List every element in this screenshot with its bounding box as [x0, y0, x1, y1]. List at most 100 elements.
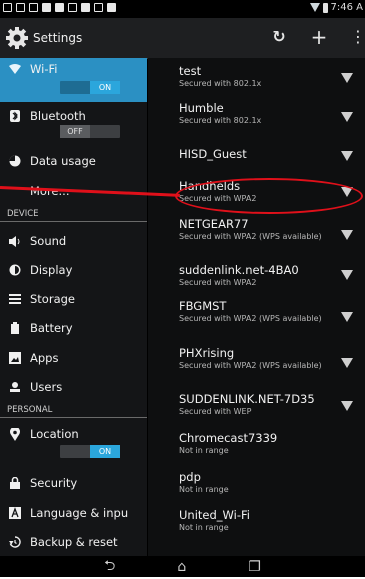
backup-icon [8, 535, 22, 549]
toggle-state: ON [90, 81, 120, 94]
section-divider [0, 221, 147, 222]
settings-sidebar: Wi-Fi ON Bluetooth OFF Data usage More..… [0, 58, 147, 556]
network-status: Not in range [179, 523, 229, 532]
network-item[interactable]: PHXrising Secured with WPA2 (WPS availab… [179, 346, 365, 371]
sidebar-item-battery[interactable]: Battery [0, 320, 147, 336]
overflow-menu-icon[interactable]: ⋮ [350, 24, 365, 50]
sidebar-item-label: Bluetooth [30, 109, 86, 123]
toggle-state: ON [90, 445, 120, 458]
sidebar-item-label: Location [30, 427, 79, 441]
network-item[interactable]: suddenlink.net-4BA0 Secured with WPA2 [179, 264, 365, 288]
sidebar-item-label: Data usage [30, 154, 96, 168]
wifi-toggle[interactable]: ON [60, 81, 120, 94]
wifi-signal-locked-icon [341, 112, 353, 122]
sidebar-item-label: Apps [30, 351, 59, 365]
network-status: Secured with WPA2 (WPS available) [179, 314, 322, 323]
network-name: PHXrising [179, 346, 235, 360]
sidebar-item-users[interactable]: Users [0, 379, 147, 395]
network-item[interactable]: NETGEAR77 Secured with WPA2 (WPS availab… [179, 217, 365, 242]
sidebar-item-display[interactable]: Display [0, 262, 147, 278]
usb-icon [3, 3, 12, 12]
screenshot-icon [16, 3, 25, 12]
sidebar-item-label: Language & inpu [30, 506, 129, 520]
section-header-device: DEVICE [7, 209, 39, 219]
network-item[interactable]: FBGMST Secured with WPA2 (WPS available) [179, 299, 365, 324]
mail-icon [68, 3, 77, 12]
network-status: Not in range [179, 446, 229, 455]
annotation-highlight [175, 178, 363, 214]
network-name: NETGEAR77 [179, 217, 249, 231]
sidebar-item-language[interactable]: Language & inpu [0, 505, 147, 521]
bluetooth-toggle[interactable]: OFF [60, 125, 120, 138]
sidebar-item-label: Storage [30, 292, 75, 306]
network-item[interactable]: United_Wi-Fi Not in range [179, 508, 365, 533]
wifi-icon [8, 62, 22, 76]
sidebar-item-wifi-row[interactable]: Wi-Fi [0, 61, 147, 77]
network-status: Not in range [179, 485, 229, 494]
sidebar-item-security[interactable]: Security [0, 475, 147, 491]
lock-icon [8, 476, 22, 490]
wifi-network-list: test Secured with 802.1x Humble Secured … [148, 58, 365, 556]
wifi-signal-icon [341, 151, 353, 161]
clock: 7:46 A [330, 2, 363, 13]
network-item[interactable]: pdp Not in range [179, 470, 365, 495]
wifi-signal-locked-icon [341, 401, 353, 411]
network-item[interactable]: Humble Secured with 802.1x [179, 101, 365, 126]
apps-icon [8, 351, 22, 365]
home-icon[interactable]: ⌂ [177, 559, 186, 575]
status-bar: 7:46 A [0, 0, 365, 18]
back-icon[interactable]: ⮌ [104, 555, 115, 579]
network-name: United_Wi-Fi [179, 508, 250, 522]
network-name: SUDDENLINK.NET-7D35 [179, 392, 315, 406]
wifi-signal-locked-icon [341, 73, 353, 83]
photo-icon [55, 3, 64, 12]
network-item[interactable]: test Secured with 802.1x [179, 64, 365, 89]
wifi-signal-locked-icon [341, 270, 353, 280]
settings-gear-icon [6, 27, 28, 49]
sidebar-item-bluetooth[interactable]: Bluetooth [0, 108, 147, 124]
sidebar-item-location[interactable]: Location [0, 426, 147, 442]
page-title: Settings [33, 31, 83, 45]
battery-icon [322, 2, 328, 13]
network-name: HISD_Guest [179, 147, 247, 161]
network-status: Secured with WEP [179, 407, 252, 416]
wifi-signal-icon [309, 3, 320, 12]
network-item[interactable]: HISD_Guest [179, 148, 365, 161]
sidebar-item-label: Users [30, 380, 63, 394]
network-status: Secured with WPA2 (WPS available) [179, 361, 322, 370]
bluetooth-icon [8, 109, 22, 123]
sidebar-item-sound[interactable]: Sound [0, 233, 147, 249]
location-toggle[interactable]: ON [60, 445, 120, 458]
system-status: 7:46 A [309, 2, 363, 13]
toggle-state: OFF [60, 125, 90, 138]
network-item[interactable]: SUDDENLINK.NET-7D35 Secured with WEP [179, 392, 365, 417]
network-status: Secured with WPA2 [179, 278, 257, 287]
speaker-icon [8, 234, 22, 248]
network-item[interactable]: Chromecast7339 Not in range [179, 432, 365, 456]
wps-icon[interactable]: ↻ [268, 24, 290, 50]
network-status: Secured with 802.1x [179, 116, 262, 125]
network-name: pdp [179, 470, 201, 484]
data-usage-icon [8, 154, 22, 168]
language-icon [8, 506, 22, 520]
location-pin-icon [8, 427, 22, 441]
add-network-icon[interactable]: + [308, 24, 330, 50]
network-name: FBGMST [179, 299, 227, 313]
notification-icons [3, 3, 116, 12]
sidebar-item-storage[interactable]: Storage [0, 291, 147, 307]
wifi-signal-locked-icon [341, 230, 353, 240]
storage-icon [8, 292, 22, 306]
sidebar-item-data-usage[interactable]: Data usage [0, 153, 147, 169]
sidebar-item-label: Wi-Fi [30, 62, 58, 76]
section-header-personal: PERSONAL [7, 405, 53, 415]
network-name: test [179, 64, 202, 78]
recents-icon[interactable]: ❐ [248, 559, 261, 575]
network-name: Humble [179, 101, 224, 115]
section-divider [0, 417, 147, 418]
network-status: Secured with 802.1x [179, 79, 262, 88]
sidebar-item-label: Security [30, 476, 78, 490]
wifi-signal-locked-icon [341, 358, 353, 368]
battery-icon [8, 321, 22, 335]
sidebar-item-backup[interactable]: Backup & reset [0, 534, 147, 550]
sidebar-item-apps[interactable]: Apps [0, 350, 147, 366]
